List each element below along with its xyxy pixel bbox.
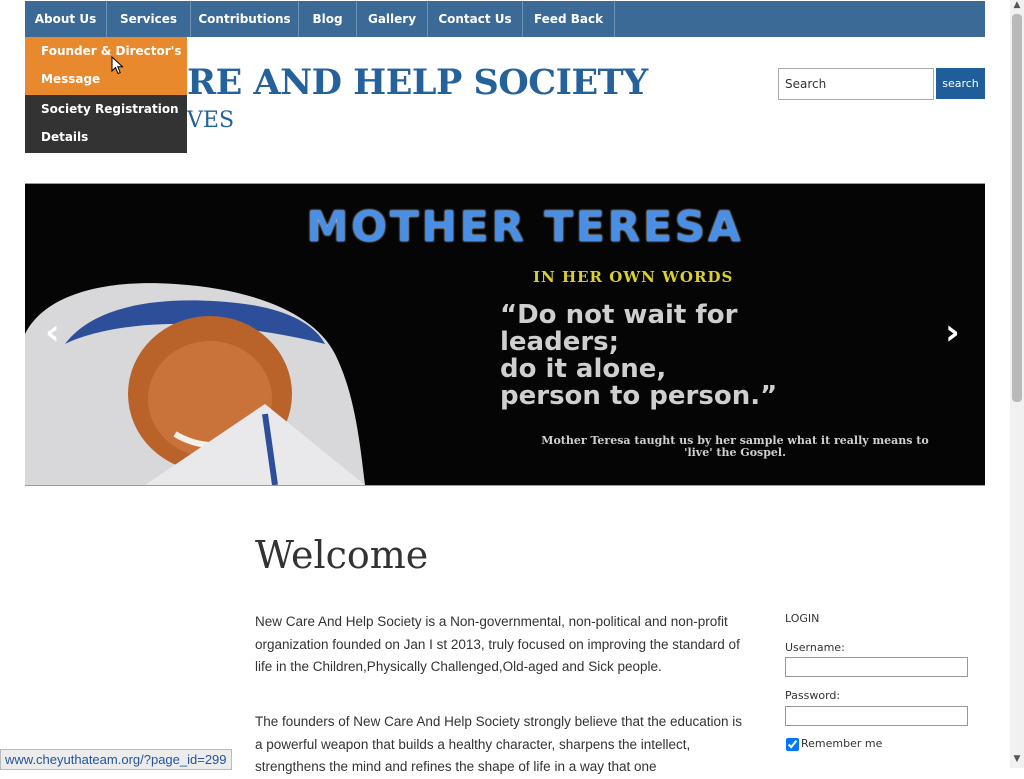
remember-me-checkbox[interactable]: [786, 737, 799, 751]
login-title: LOGIN: [785, 612, 820, 625]
slider-next-icon[interactable]: ›: [945, 312, 960, 353]
dropdown-item-society-registration[interactable]: Society Registration Details: [25, 95, 187, 153]
page-title: Welcome: [255, 533, 429, 577]
slide-quote: “Do not wait for leaders; do it alone, p…: [500, 300, 778, 411]
site-title[interactable]: RE AND HELP SOCIETY: [187, 62, 648, 103]
mouse-cursor-icon: [111, 56, 124, 75]
scrollbar-thumb[interactable]: [1012, 14, 1022, 402]
remember-me-row: Remember me: [786, 737, 882, 751]
nav-contact-us[interactable]: Contact Us: [428, 1, 523, 37]
scroll-down-icon[interactable]: ▼: [1011, 754, 1023, 764]
dropdown-item-line: Society Registration: [41, 102, 179, 116]
nav-gallery[interactable]: Gallery: [357, 1, 428, 37]
username-label: Username:: [785, 641, 845, 654]
nav-feed-back[interactable]: Feed Back: [523, 1, 615, 37]
password-field[interactable]: [785, 706, 968, 726]
nav-contributions[interactable]: Contributions: [191, 1, 299, 37]
slide-title: MOTHER TERESA: [306, 202, 744, 251]
main-nav: About Us Services Contributions Blog Gal…: [25, 1, 985, 37]
search-button[interactable]: search: [936, 68, 985, 99]
status-bar-url: www.cheyuthateam.org/?page_id=299: [0, 749, 232, 770]
nav-about-us[interactable]: About Us: [25, 1, 107, 37]
scroll-up-icon[interactable]: ▲: [1011, 0, 1023, 10]
remember-me-label: Remember me: [801, 737, 883, 750]
slider-prev-icon[interactable]: ‹: [45, 312, 60, 353]
site-tagline: VES: [187, 108, 235, 133]
about-us-dropdown: Founder & Director's Message Society Reg…: [25, 37, 187, 153]
nav-services[interactable]: Services: [107, 1, 191, 37]
dropdown-item-founder-message[interactable]: Founder & Director's Message: [25, 37, 187, 95]
intro-paragraph: New Care And Help Society is a Non-gover…: [255, 614, 740, 674]
image-slider: MOTHER TERESA IN HER OWN WORDS “Do not w…: [25, 183, 985, 486]
search-input[interactable]: [778, 68, 934, 100]
password-label: Password:: [785, 689, 841, 702]
dropdown-item-line: Details: [41, 130, 89, 144]
slide-subtitle: IN HER OWN WORDS: [533, 268, 734, 286]
founders-paragraph: The founders of New Care And Help Societ…: [255, 714, 743, 774]
username-field[interactable]: [785, 657, 968, 677]
slide-caption: Mother Teresa taught us by her sample wh…: [541, 434, 929, 459]
nav-blog[interactable]: Blog: [299, 1, 357, 37]
